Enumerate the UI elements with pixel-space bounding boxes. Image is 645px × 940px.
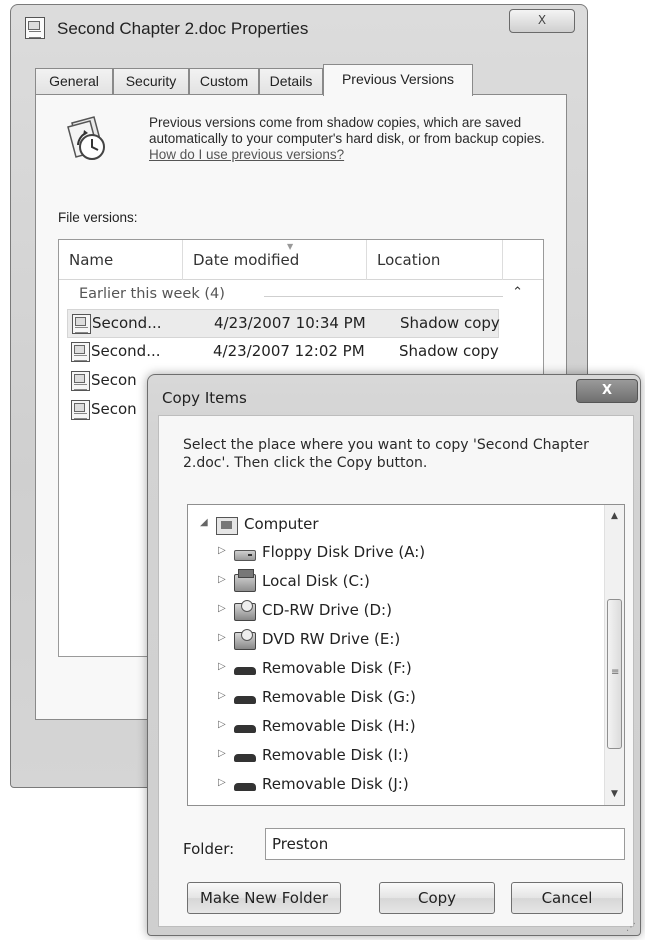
removable-disk-icon xyxy=(234,754,256,762)
row-name: Second... xyxy=(91,342,161,360)
copy-items-dialog: Copy Items X Select the place where you … xyxy=(147,374,641,936)
expand-arrow-icon[interactable]: ▷ xyxy=(218,603,226,614)
removable-disk-icon xyxy=(234,667,256,675)
expand-arrow-icon[interactable]: ▷ xyxy=(218,661,226,672)
collapse-chevron-icon[interactable]: ⌃ xyxy=(512,285,523,300)
document-icon xyxy=(71,371,90,391)
properties-title: Second Chapter 2.doc Properties xyxy=(57,19,309,38)
tree-item-label: Removable Disk (G:) xyxy=(262,688,416,706)
expand-arrow-icon[interactable]: ▷ xyxy=(218,777,226,788)
file-versions-label: File versions: xyxy=(58,210,138,225)
tree-item-label: Removable Disk (J:) xyxy=(262,775,409,793)
sort-indicator-icon: ▼ xyxy=(287,242,294,251)
document-icon xyxy=(71,342,90,362)
tab-general[interactable]: General xyxy=(35,68,113,95)
row-location: Shadow copy xyxy=(399,342,499,360)
expand-arrow-icon[interactable]: ▷ xyxy=(218,690,226,701)
make-new-folder-button[interactable]: Make New Folder xyxy=(187,882,341,914)
previous-versions-icon xyxy=(67,116,105,160)
tree-item-label: DVD RW Drive (E:) xyxy=(262,630,401,648)
tree-item-label: Local Disk (C:) xyxy=(262,572,370,590)
grip-icon: ≡ xyxy=(611,667,620,678)
table-row[interactable]: Second... 4/23/2007 12:02 PM Shadow copy xyxy=(67,338,499,367)
tree-item-label: Floppy Disk Drive (A:) xyxy=(262,543,426,561)
copy-dialog-content: Select the place where you want to copy … xyxy=(158,415,634,927)
row-name: Second... xyxy=(92,314,162,332)
tree-item-label: Removable Disk (F:) xyxy=(262,659,412,677)
folder-tree[interactable]: ◢ Computer ▷ Floppy Disk Drive (A:) ▷ Lo… xyxy=(187,504,625,806)
floppy-drive-icon xyxy=(234,550,256,561)
document-icon xyxy=(25,17,45,39)
copy-dialog-title: Copy Items xyxy=(162,389,247,407)
expand-arrow-icon[interactable]: ◢ xyxy=(200,517,208,528)
properties-titlebar[interactable]: Second Chapter 2.doc Properties X xyxy=(11,5,587,51)
previous-versions-description: Previous versions come from shadow copie… xyxy=(149,115,549,163)
copy-dialog-close-button[interactable]: X xyxy=(576,379,638,403)
folder-input[interactable] xyxy=(265,828,625,860)
tab-details[interactable]: Details xyxy=(259,68,323,95)
cancel-button[interactable]: Cancel xyxy=(511,882,623,914)
row-location: Shadow copy xyxy=(400,314,500,332)
copy-instruction: Select the place where you want to copy … xyxy=(183,437,589,471)
tree-item-label: CD-RW Drive (D:) xyxy=(262,601,392,619)
document-icon xyxy=(72,314,91,334)
resize-grip-icon[interactable]: ⋰ xyxy=(626,922,636,933)
row-date: 4/23/2007 12:02 PM xyxy=(213,342,365,360)
computer-icon xyxy=(216,517,238,535)
group-label: Earlier this week (4) xyxy=(79,286,225,302)
row-date: 4/23/2007 10:34 PM xyxy=(214,314,366,332)
expand-arrow-icon[interactable]: ▷ xyxy=(218,574,226,585)
help-link[interactable]: How do I use previous versions? xyxy=(149,147,344,162)
expand-arrow-icon[interactable]: ▷ xyxy=(218,545,226,556)
tree-item-label: Removable Disk (H:) xyxy=(262,717,416,735)
group-header[interactable]: Earlier this week (4) ⌃ xyxy=(59,281,543,309)
table-row[interactable]: Second... 4/23/2007 10:34 PM Shadow copy xyxy=(67,309,500,338)
column-header-date-modified[interactable]: Date modified xyxy=(183,240,367,280)
properties-close-button[interactable]: X xyxy=(509,9,575,33)
removable-disk-icon xyxy=(234,696,256,704)
intro-text: Previous versions come from shadow copie… xyxy=(149,115,545,146)
tree-scrollbar[interactable]: ▲ ≡ ▼ xyxy=(604,505,624,805)
scroll-down-icon[interactable]: ▼ xyxy=(605,783,624,805)
folder-label: Folder: xyxy=(183,840,235,858)
tree-item-label: Removable Disk (I:) xyxy=(262,746,409,764)
tab-previous-versions[interactable]: Previous Versions xyxy=(323,64,473,96)
tree-item-label: Computer xyxy=(244,515,319,533)
dvd-drive-icon xyxy=(234,629,256,650)
copy-button[interactable]: Copy xyxy=(379,882,495,914)
tab-security[interactable]: Security xyxy=(113,68,189,95)
column-header-name[interactable]: Name xyxy=(59,240,183,280)
tab-custom[interactable]: Custom xyxy=(189,68,259,95)
group-divider xyxy=(264,296,503,297)
scrollbar-thumb[interactable]: ≡ xyxy=(607,599,622,749)
removable-disk-icon xyxy=(234,783,256,791)
expand-arrow-icon[interactable]: ▷ xyxy=(218,719,226,730)
cd-drive-icon xyxy=(234,600,256,621)
list-header: Name Date modified Location ▼ xyxy=(59,240,543,280)
expand-arrow-icon[interactable]: ▷ xyxy=(218,632,226,643)
removable-disk-icon xyxy=(234,725,256,733)
document-icon xyxy=(71,400,90,420)
local-disk-icon xyxy=(234,569,256,592)
expand-arrow-icon[interactable]: ▷ xyxy=(218,748,226,759)
column-header-location[interactable]: Location xyxy=(367,240,503,280)
scroll-up-icon[interactable]: ▲ xyxy=(605,505,624,527)
